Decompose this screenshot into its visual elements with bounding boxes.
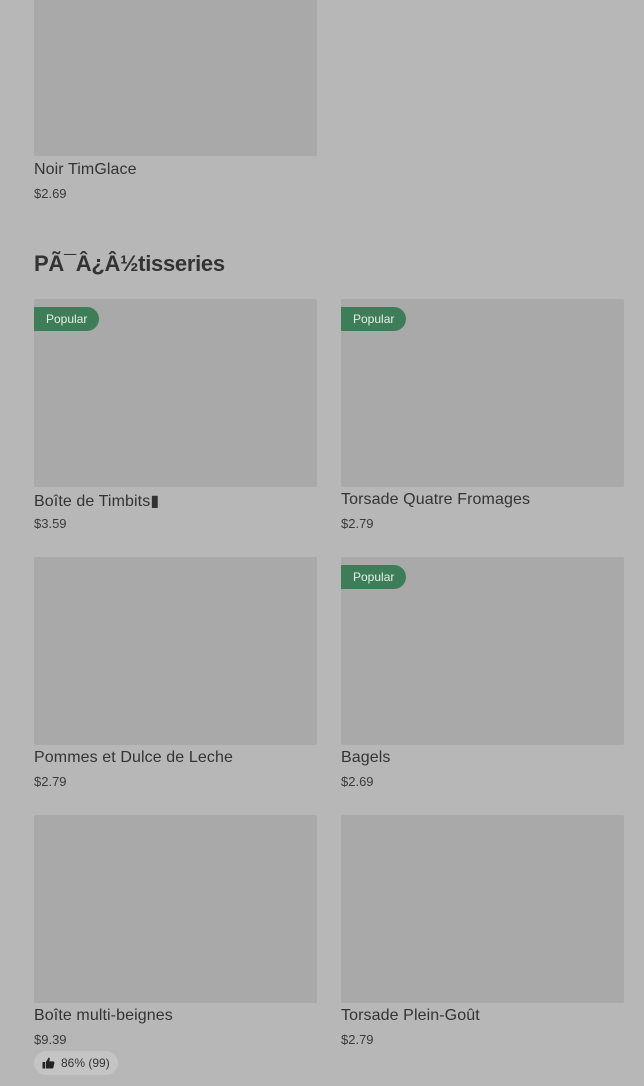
menu-item-card[interactable]: Boîte multi-beignes $9.39 86% (99): [34, 815, 317, 1075]
item-price: $9.39: [34, 1032, 67, 1047]
item-price: $2.79: [341, 1032, 374, 1047]
section-title: PÃ¯Â¿Â½tisseries: [34, 251, 225, 276]
item-image: Popular: [341, 557, 624, 745]
menu-item-card[interactable]: Popular Bagels $2.69: [341, 557, 624, 789]
menu-item-card[interactable]: Popular Torsade Quatre Fromages $2.79: [341, 299, 624, 531]
popular-badge: Popular: [34, 307, 100, 331]
item-price: $2.69: [34, 186, 67, 201]
menu-item-card[interactable]: Popular Boîte de Timbits▮ $3.59: [34, 299, 317, 531]
item-price: $3.59: [34, 516, 67, 531]
item-name: Noir TimGlace: [34, 161, 137, 178]
thumbs-up-icon: [42, 1057, 55, 1069]
popular-badge: Popular: [341, 307, 407, 331]
item-name: Boîte de Timbits▮: [34, 493, 160, 510]
item-name: Torsade Quatre Fromages: [341, 491, 531, 508]
item-name: Boîte multi-beignes: [34, 1007, 173, 1024]
item-image: Popular: [34, 299, 317, 487]
item-price: $2.69: [341, 774, 374, 789]
menu-item-card[interactable]: Noir TimGlace $2.69: [34, 0, 317, 201]
item-name: Pommes et Dulce de Leche: [34, 749, 233, 766]
item-image: [341, 815, 624, 1003]
item-price: $2.79: [341, 516, 374, 531]
item-name: Torsade Plein-Goût: [341, 1007, 480, 1024]
popular-badge: Popular: [341, 565, 407, 589]
menu-item-card[interactable]: Torsade Plein-Goût $2.79: [341, 815, 624, 1047]
item-image: [34, 0, 317, 156]
menu-page: Noir TimGlace $2.69 PÃ¯Â¿Â½tisseries Pop…: [0, 0, 644, 1086]
item-image: Popular: [341, 299, 624, 487]
item-image: [34, 815, 317, 1003]
item-price: $2.79: [34, 774, 67, 789]
item-image: [34, 557, 317, 745]
rating-text: 86% (99): [61, 1056, 110, 1070]
menu-item-card[interactable]: Pommes et Dulce de Leche $2.79: [34, 557, 317, 789]
item-name: Bagels: [341, 749, 391, 766]
rating-badge: 86% (99): [34, 1051, 118, 1075]
